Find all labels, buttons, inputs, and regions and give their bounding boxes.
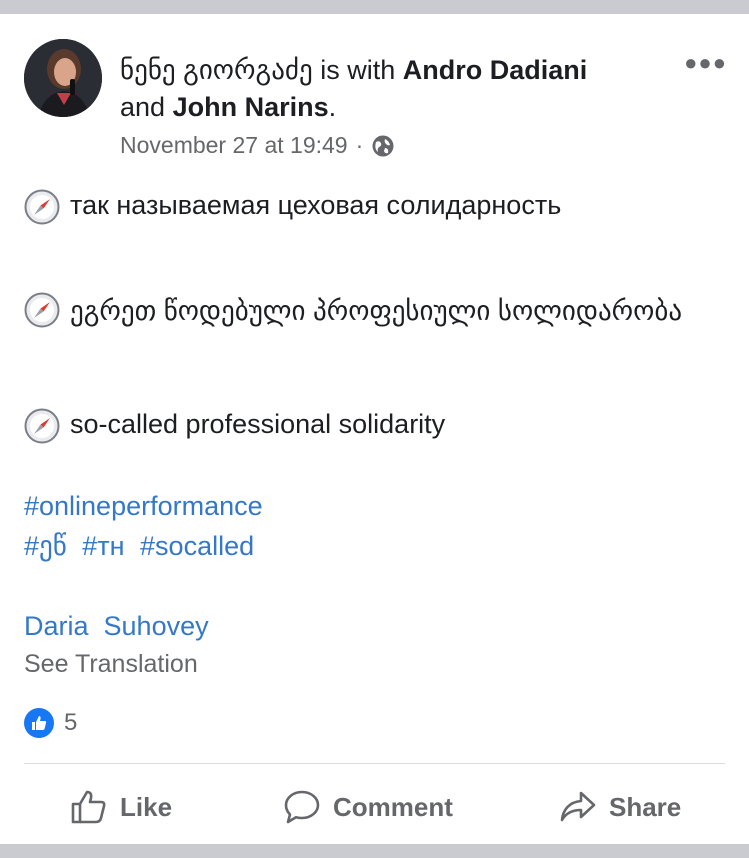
post-line-text-3: so-called professional solidarity — [70, 409, 446, 439]
thumbs-up-icon — [71, 790, 106, 824]
separator: · — [355, 132, 364, 158]
compass-icon — [24, 408, 60, 444]
see-translation-link[interactable]: See Translation — [24, 650, 198, 679]
comment-button[interactable]: Comment — [283, 789, 453, 825]
post-line-3: so-called professional solidarity — [24, 408, 446, 444]
tagged-user-2[interactable]: John Narins — [173, 92, 329, 122]
comment-icon — [284, 790, 320, 824]
with-text: is with — [320, 55, 396, 85]
author-name[interactable]: ნენე გიორგაძე — [120, 55, 313, 85]
hashtag-link[interactable]: #onlineperformance — [24, 491, 263, 521]
post-card: ნენე გიორგაძე is with Andro Dadiani and … — [0, 14, 749, 844]
post-header-text: ნენე გიორგაძე is with Andro Dadiani and … — [120, 52, 680, 126]
and-text: and — [120, 92, 166, 122]
hashtag-row-1: #onlineperformance — [24, 491, 271, 522]
reactions-summary[interactable]: 5 — [24, 708, 77, 738]
hashtag-row-2: #ეწ #тн #socalled — [24, 531, 262, 562]
compass-icon — [24, 189, 60, 225]
hashtag-link[interactable]: #socalled — [140, 531, 254, 561]
post-line-2: ეგრეთ წოდებული პროფესიული სოლიდარობა — [24, 290, 710, 332]
like-label: Like — [120, 791, 173, 822]
hashtag-link[interactable]: #ეწ — [24, 531, 67, 561]
mention-link[interactable]: Daria Suhovey — [24, 611, 209, 642]
divider — [24, 763, 725, 764]
post-line-1: так называемая цеховая солидарность — [24, 189, 562, 225]
tagged-user-1[interactable]: Andro Dadiani — [403, 55, 588, 85]
post-line-text-1: так называемая цеховая солидарность — [70, 190, 562, 220]
globe-icon — [372, 135, 394, 156]
like-reaction-icon — [24, 708, 54, 738]
share-label: Share — [609, 791, 682, 822]
timestamp[interactable]: November 27 at 19:49 — [120, 132, 348, 159]
like-count: 5 — [64, 709, 78, 736]
avatar[interactable] — [24, 39, 102, 117]
compass-icon — [24, 292, 60, 328]
share-button[interactable]: Share — [559, 789, 681, 825]
period-text: . — [328, 92, 337, 122]
post-line-text-2: ეგრეთ წოდებული პროფესიული სოლიდარობა — [70, 296, 683, 326]
share-icon — [560, 791, 596, 822]
more-options-icon[interactable]: ●●● — [684, 50, 727, 76]
comment-label: Comment — [333, 791, 453, 822]
post-meta: November 27 at 19:49 · — [120, 132, 395, 159]
hashtag-link[interactable]: #тн — [82, 531, 124, 561]
like-button[interactable]: Like — [70, 789, 172, 825]
action-bar: Like Comment Share — [0, 779, 749, 831]
